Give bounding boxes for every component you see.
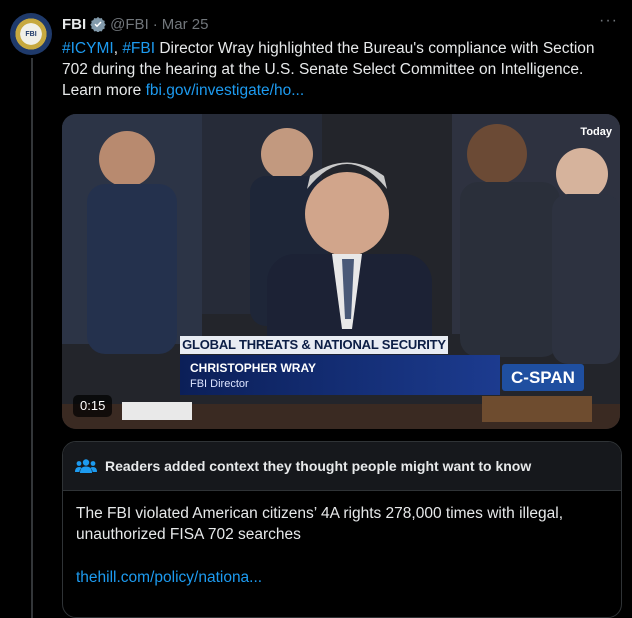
hashtag-fbi[interactable]: #FBI [122,40,155,57]
more-options-icon[interactable]: ··· [599,12,618,30]
community-note-title: Readers added context they thought peopl… [105,458,532,474]
lower-third-name: CHRISTOPHER WRAY FBI Director [180,355,500,395]
speaker-name: CHRISTOPHER WRAY [190,361,317,375]
community-note-text: The FBI violated American citizens’ 4A r… [76,505,564,543]
community-note-header[interactable]: Readers added context they thought peopl… [63,442,621,491]
lower-third-title: GLOBAL THREATS & NATIONAL SECURITY [180,336,448,354]
avatar[interactable]: FBI [10,13,52,55]
video-player[interactable]: Today GLOBAL THREATS & NATIONAL SECURITY… [62,114,620,429]
people-icon [75,459,97,473]
tweet-text: #ICYMI, #FBI Director Wray highlighted t… [62,38,617,101]
community-note-link[interactable]: thehill.com/policy/nationa... [76,567,608,588]
author-handle[interactable]: @FBI [110,16,149,33]
author-name[interactable]: FBI [62,16,86,33]
speaker-role: FBI Director [190,378,249,390]
cspan-logo: C-SPAN [502,364,584,391]
today-badge: Today [580,126,612,138]
tweet-link[interactable]: fbi.gov/investigate/ho... [146,82,305,99]
community-note-body: The FBI violated American citizens’ 4A r… [63,491,621,600]
community-note: Readers added context they thought peopl… [62,441,622,618]
verified-badge-icon [90,17,106,32]
video-duration: 0:15 [73,395,113,417]
separator-dot: · [152,15,158,33]
fbi-seal-icon: FBI [25,30,37,38]
thread-line [31,58,33,618]
hashtag-icymi[interactable]: #ICYMI [62,40,114,57]
tweet-date[interactable]: Mar 25 [162,16,209,33]
tweet-header: FBI @FBI · Mar 25 [62,14,622,34]
